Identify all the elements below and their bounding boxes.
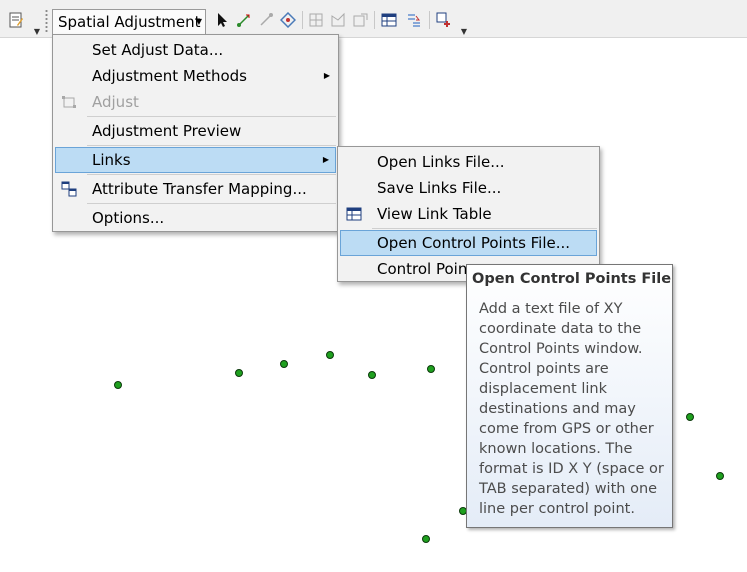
menu-item-label: Open Links File... [377, 153, 505, 171]
control-point [326, 351, 334, 359]
view-link-table-icon[interactable] [379, 9, 399, 31]
more-icon[interactable]: ▼ [459, 14, 469, 36]
limited-adjustment-icon[interactable] [350, 9, 370, 31]
grid-icon[interactable] [306, 9, 326, 31]
more-icon[interactable]: ▼ [32, 14, 42, 36]
spatial-adjustment-toolbar: ▼ Spatial Adjustment ▼ ▼ [0, 0, 747, 38]
spatial-adjustment-dropdown[interactable]: Spatial Adjustment ▼ [52, 9, 206, 35]
menu-separator [87, 203, 336, 204]
select-icon[interactable] [212, 9, 232, 31]
menu-item-attribute-transfer-mapping[interactable]: Attribute Transfer Mapping... [55, 176, 336, 202]
menu-item-save-links-file[interactable]: Save Links File... [340, 175, 597, 201]
spatial-adjustment-menu: Set Adjust Data... Adjustment Methods ▶ … [52, 34, 339, 232]
menu-separator [87, 174, 336, 175]
menu-separator [87, 116, 336, 117]
menu-item-label: Adjustment Methods [92, 67, 247, 85]
control-point [114, 381, 122, 389]
identity-link-icon[interactable] [328, 9, 348, 31]
menu-item-adjustment-preview[interactable]: Adjustment Preview [55, 118, 336, 144]
control-point [235, 369, 243, 377]
menu-item-label: Set Adjust Data... [92, 41, 224, 59]
toolbar-grip[interactable] [45, 9, 48, 33]
modify-link-icon[interactable] [256, 9, 276, 31]
attribute-transfer-mapping-icon [61, 181, 77, 197]
menu-item-adjustment-methods[interactable]: Adjustment Methods ▶ [55, 63, 336, 89]
links-submenu: Open Links File... Save Links File... Vi… [337, 146, 600, 282]
menu-item-options[interactable]: Options... [55, 205, 336, 231]
control-point [280, 360, 288, 368]
control-point [427, 365, 435, 373]
edge-match-icon[interactable] [434, 9, 454, 31]
menu-item-label: Save Links File... [377, 179, 502, 197]
chevron-down-icon: ▼ [195, 17, 202, 26]
control-point [368, 371, 376, 379]
chevron-right-icon: ▶ [323, 71, 330, 80]
tooltip: Open Control Points File Add a text file… [466, 264, 673, 528]
menu-item-label: Control Poin [377, 260, 468, 278]
control-point [422, 535, 430, 543]
multiple-displacement-links-icon[interactable] [278, 9, 298, 31]
menu-item-open-control-points-file[interactable]: Open Control Points File... [340, 230, 597, 256]
toolbar-separator [302, 11, 303, 29]
adjust-icon [62, 96, 76, 108]
view-link-table-icon [346, 207, 362, 221]
menu-item-adjust[interactable]: Adjust [55, 89, 336, 115]
toolbar-separator [374, 11, 375, 29]
menu-item-view-link-table[interactable]: View Link Table [340, 201, 597, 227]
menu-item-label: Links [92, 151, 131, 169]
dropdown-label: Spatial Adjustment [58, 13, 201, 31]
menu-separator [87, 145, 336, 146]
chevron-right-icon: ▶ [322, 155, 329, 164]
toolbar-separator [429, 11, 430, 29]
menu-item-links[interactable]: Links ▶ [55, 147, 336, 173]
attribute-transfer-icon[interactable] [404, 9, 424, 31]
menu-item-label: Adjust [92, 93, 139, 111]
menu-separator [372, 228, 597, 229]
menu-item-open-links-file[interactable]: Open Links File... [340, 149, 597, 175]
new-displacement-link-icon[interactable] [234, 9, 254, 31]
editor-icon[interactable] [6, 9, 26, 31]
menu-item-label: View Link Table [377, 205, 492, 223]
control-point [686, 413, 694, 421]
menu-item-label: Open Control Points File... [377, 234, 571, 252]
menu-item-label: Options... [92, 209, 165, 227]
menu-item-label: Attribute Transfer Mapping... [92, 180, 307, 198]
tooltip-body: Add a text file of XY coordinate data to… [479, 301, 664, 517]
menu-item-label: Adjustment Preview [92, 122, 242, 140]
tooltip-title: Open Control Points File [472, 271, 672, 287]
menu-item-set-adjust-data[interactable]: Set Adjust Data... [55, 37, 336, 63]
control-point [716, 472, 724, 480]
